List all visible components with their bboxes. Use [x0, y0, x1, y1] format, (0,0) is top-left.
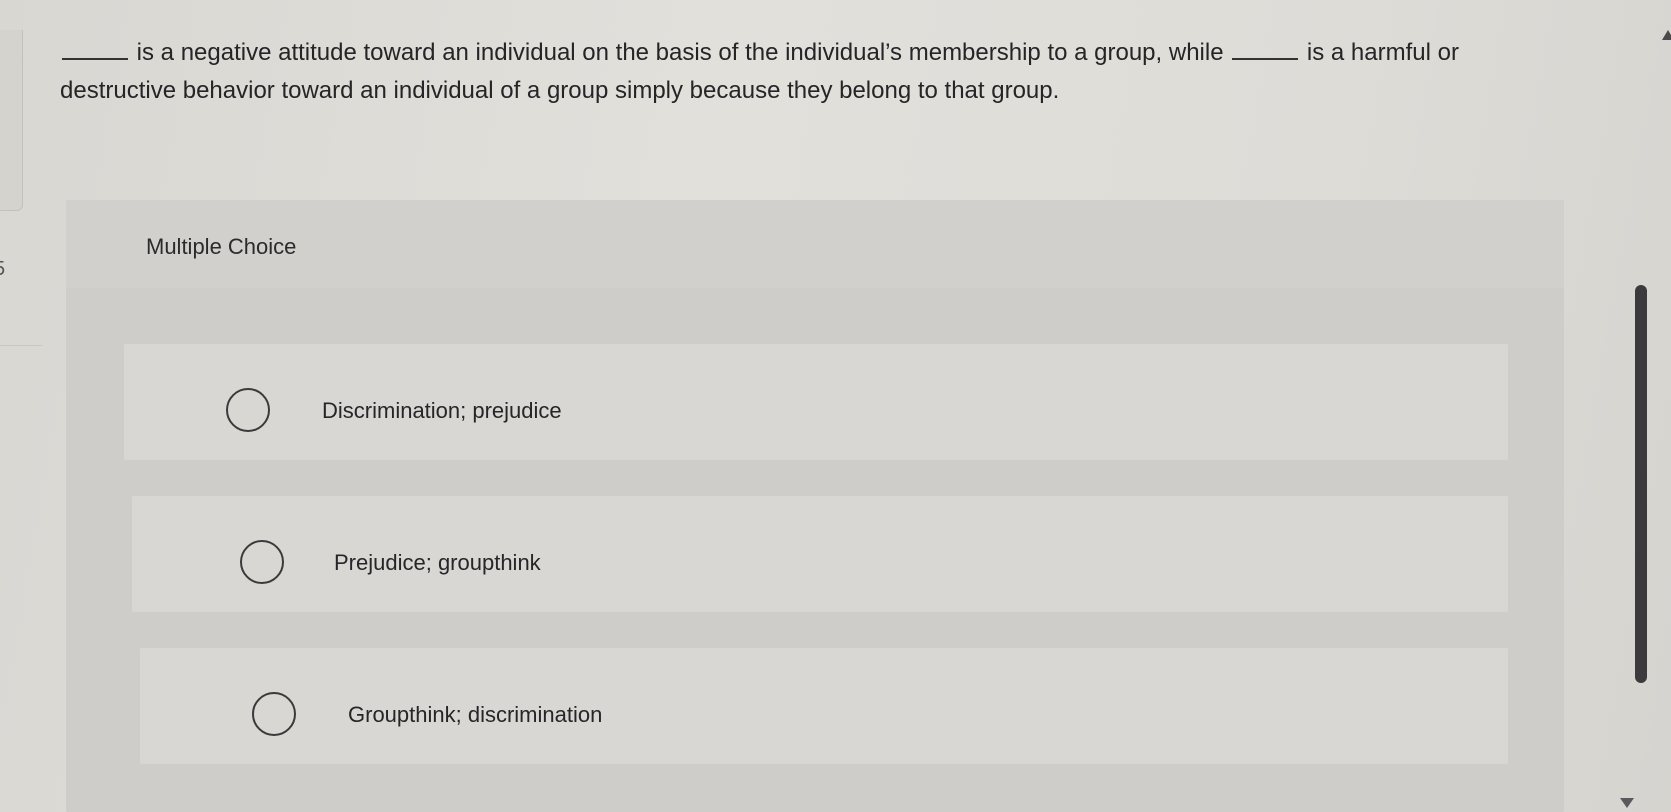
arrow-up-icon[interactable]	[1662, 30, 1671, 40]
left-cut-off-digit: 5	[0, 258, 5, 281]
answer-panel: Multiple Choice Discrimination; prejudic…	[66, 200, 1564, 812]
radio-empty-icon[interactable]	[252, 692, 296, 736]
left-side-tab	[0, 30, 23, 211]
scrollbar-thumb[interactable]	[1635, 285, 1647, 683]
answer-option[interactable]: Prejudice; groupthink	[132, 496, 1508, 612]
answer-option-label: Discrimination; prejudice	[322, 398, 562, 423]
answer-option-label: Prejudice; groupthink	[334, 550, 541, 575]
answer-option-label: Groupthink; discrimination	[348, 702, 603, 727]
answer-option[interactable]: Groupthink; discrimination	[140, 648, 1508, 764]
radio-empty-icon[interactable]	[226, 388, 270, 432]
blank-1	[62, 42, 128, 60]
multiple-choice-label: Multiple Choice	[146, 234, 297, 259]
blank-2	[1232, 42, 1299, 60]
radio-empty-icon[interactable]	[240, 540, 284, 584]
question-prompt: is a negative attitude toward an individ…	[60, 34, 1540, 110]
question-text-part-1: is a negative attitude toward an individ…	[136, 39, 1224, 66]
arrow-down-icon[interactable]	[1620, 798, 1634, 808]
panel-header: Multiple Choice	[66, 200, 1564, 288]
answer-option[interactable]: Discrimination; prejudice	[124, 344, 1508, 460]
left-divider	[0, 345, 42, 346]
